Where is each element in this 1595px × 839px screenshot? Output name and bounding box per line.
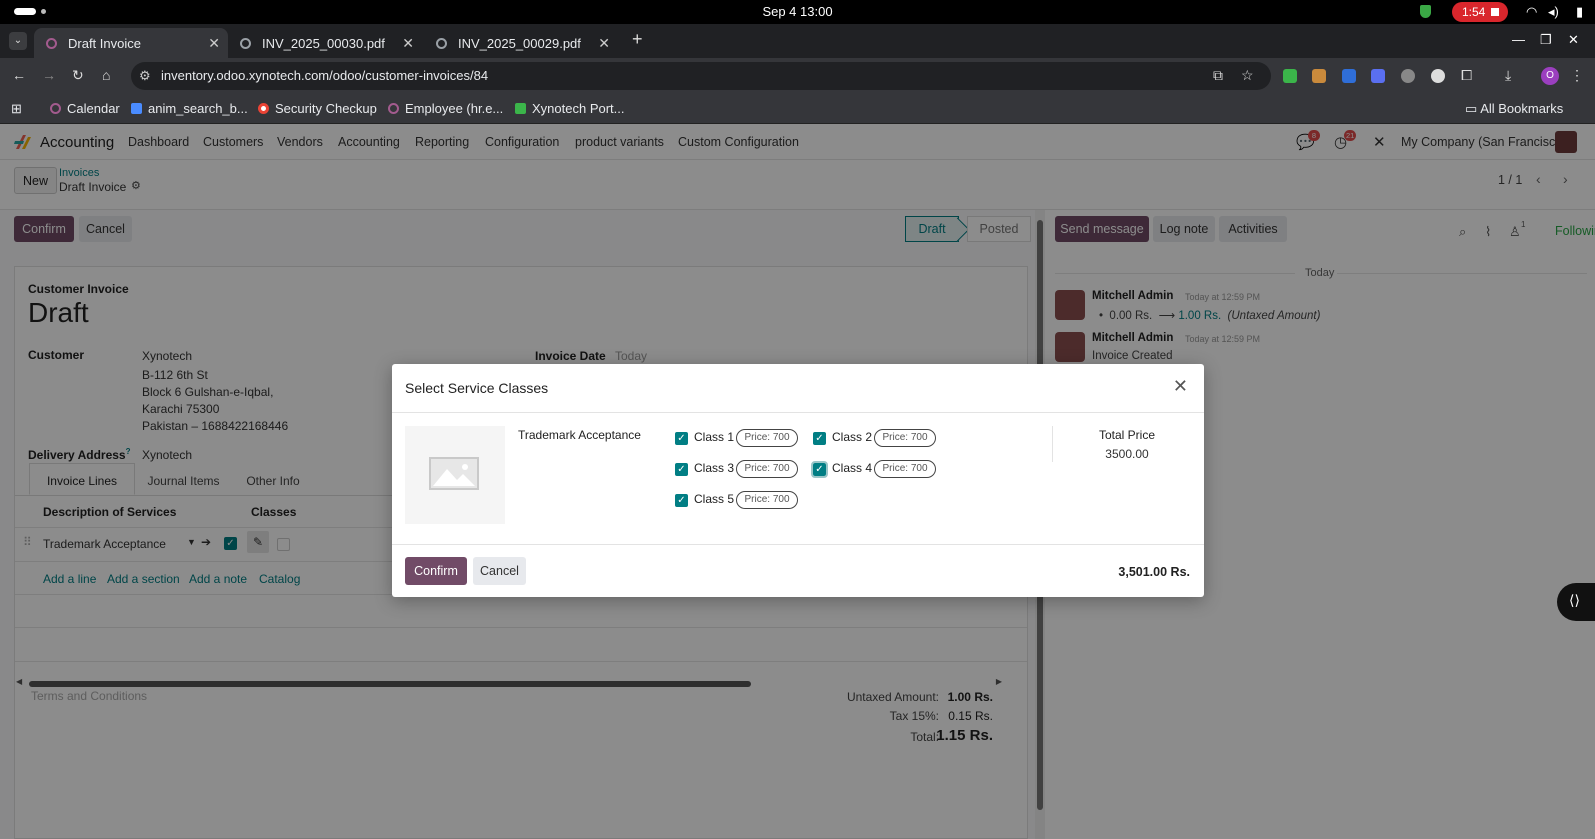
class-label: Class 4 (832, 461, 873, 475)
price-badge: Price: 700 (874, 460, 936, 478)
reload-icon[interactable]: ↻ (72, 67, 84, 84)
image-placeholder-icon (429, 457, 479, 490)
os-top-bar: Sep 4 13:00 1:54 ◠ ◂) ▮ (0, 0, 1595, 24)
class-checkbox[interactable]: ✓ (675, 463, 688, 476)
xynotech-icon (515, 103, 526, 114)
minimize-icon[interactable]: — (1512, 32, 1525, 47)
stop-icon (1491, 8, 1500, 16)
service-image-placeholder (405, 426, 505, 524)
class-checkbox[interactable]: ✓ (675, 494, 688, 507)
url-text[interactable]: inventory.odoo.xynotech.com/odoo/custome… (161, 68, 488, 83)
globe-icon (240, 38, 251, 49)
odoo-favicon-icon (46, 38, 57, 49)
extension-gear-icon[interactable] (1401, 69, 1415, 83)
feather-icon (131, 103, 142, 114)
extension-shield-icon[interactable] (1342, 69, 1356, 83)
folder-icon: ▭ (1465, 101, 1481, 116)
forward-icon[interactable]: → (42, 67, 56, 83)
bookmark-security-checkup[interactable]: Security Checkup (258, 101, 377, 116)
tab-label: INV_2025_00030.pdf (262, 36, 385, 51)
class-label: Class 1 (694, 430, 735, 444)
odoo-favicon-icon (388, 103, 399, 114)
dialog-confirm-button[interactable]: Confirm (405, 557, 467, 585)
dialog-title: Select Service Classes (405, 380, 549, 396)
back-icon[interactable]: ← (12, 67, 26, 83)
recording-time: 1:54 (1462, 5, 1486, 19)
code-inspector-icon[interactable]: ⟨⟩ (1557, 583, 1595, 621)
site-info-icon[interactable]: ⚙ (139, 68, 151, 84)
bookmark-label: Calendar (67, 101, 120, 116)
browser-tab-inv-00030[interactable]: INV_2025_00030.pdf ✕ (228, 28, 422, 58)
close-icon[interactable]: ✕ (598, 35, 610, 52)
extensions-puzzle-icon[interactable]: ⧠ (1461, 67, 1472, 84)
bookmark-label: Security Checkup (275, 101, 377, 116)
download-icon[interactable]: ⤓ (1505, 67, 1511, 84)
dialog-footer-divider (392, 544, 1204, 545)
extension-hat-icon[interactable] (1312, 69, 1326, 83)
odoo-app: Accounting Dashboard Customers Vendors A… (0, 124, 1595, 839)
dialog-header-divider (392, 412, 1204, 413)
select-service-classes-dialog: Select Service Classes ✕ Trademark Accep… (392, 364, 1204, 597)
battery-icon[interactable]: ▮ (1576, 4, 1583, 20)
install-app-icon[interactable]: ⧉ (1213, 67, 1223, 84)
browser-tab-draft-invoice[interactable]: Draft Invoice ✕ (34, 28, 228, 58)
extension-eye-icon[interactable] (1283, 69, 1297, 83)
volume-icon[interactable]: ◂) (1548, 4, 1559, 20)
close-window-icon[interactable]: ✕ (1568, 32, 1579, 48)
total-price-value: 3500.00 (1105, 447, 1149, 461)
close-icon[interactable]: ✕ (208, 35, 220, 52)
apps-grid-icon[interactable]: ⊞ (11, 101, 22, 117)
restore-icon[interactable]: ❐ (1540, 32, 1552, 48)
kebab-menu-icon[interactable]: ⋮ (1570, 67, 1584, 84)
dialog-cancel-button[interactable]: Cancel (473, 557, 526, 585)
class-label: Class 5 (694, 492, 735, 506)
service-name: Trademark Acceptance (518, 428, 641, 442)
bookmarks-bar: ⊞ Calendar anim_search_b... Security Che… (0, 94, 1595, 124)
browser-toolbar: ← → ↻ ⌂ ⚙ inventory.odoo.xynotech.com/od… (0, 58, 1595, 94)
total-price-label: Total Price (1098, 428, 1156, 442)
bookmark-label: anim_search_b... (148, 101, 248, 116)
bookmark-anim-search[interactable]: anim_search_b... (131, 101, 248, 116)
address-bar[interactable]: ⚙ inventory.odoo.xynotech.com/odoo/custo… (131, 62, 1271, 90)
shield-icon[interactable] (1420, 5, 1431, 18)
extension-odoo-icon[interactable] (1431, 69, 1445, 83)
close-icon[interactable]: ✕ (402, 35, 414, 52)
profile-avatar[interactable]: O (1541, 67, 1559, 85)
screen-recording-indicator[interactable]: 1:54 (1452, 2, 1508, 22)
tab-label: Draft Invoice (68, 36, 141, 51)
bookmark-calendar[interactable]: Calendar (50, 101, 120, 116)
globe-icon (436, 38, 447, 49)
wifi-icon[interactable]: ◠ (1526, 4, 1537, 20)
all-bookmarks[interactable]: ▭ All Bookmarks (1465, 101, 1563, 117)
bookmark-xynotech-portal[interactable]: Xynotech Port... (515, 101, 625, 116)
browser-tab-strip: ⌄ Draft Invoice ✕ INV_2025_00030.pdf ✕ I… (0, 24, 1595, 58)
close-icon[interactable]: ✕ (1173, 376, 1188, 397)
odoo-favicon-icon (50, 103, 61, 114)
extension-check-icon[interactable] (1371, 69, 1385, 83)
tab-label: INV_2025_00029.pdf (458, 36, 581, 51)
class-label: Class 3 (694, 461, 735, 475)
class-label: Class 2 (832, 430, 873, 444)
class-checkbox[interactable]: ✓ (675, 432, 688, 445)
tab-search-icon[interactable]: ⌄ (9, 32, 27, 50)
bookmark-label: Employee (hr.e... (405, 101, 504, 116)
browser-tab-inv-00029[interactable]: INV_2025_00029.pdf ✕ (424, 28, 618, 58)
price-badge: Price: 700 (736, 460, 798, 478)
class-checkbox[interactable]: ✓ (811, 461, 828, 478)
google-icon (258, 103, 269, 114)
new-tab-icon[interactable]: + (632, 29, 643, 50)
mountain-image-icon (433, 464, 475, 486)
price-badge: Price: 700 (874, 429, 936, 447)
price-badge: Price: 700 (736, 491, 798, 509)
home-icon[interactable]: ⌂ (102, 67, 110, 83)
bookmark-star-icon[interactable]: ☆ (1241, 67, 1254, 84)
dialog-total-amount: 3,501.00 Rs. (1118, 565, 1190, 579)
all-bookmarks-label: All Bookmarks (1480, 101, 1564, 116)
class-checkbox[interactable]: ✓ (813, 432, 826, 445)
price-badge: Price: 700 (736, 429, 798, 447)
bookmark-label: Xynotech Port... (532, 101, 625, 116)
bookmark-employee[interactable]: Employee (hr.e... (388, 101, 503, 116)
os-clock[interactable]: Sep 4 13:00 (0, 4, 1595, 19)
